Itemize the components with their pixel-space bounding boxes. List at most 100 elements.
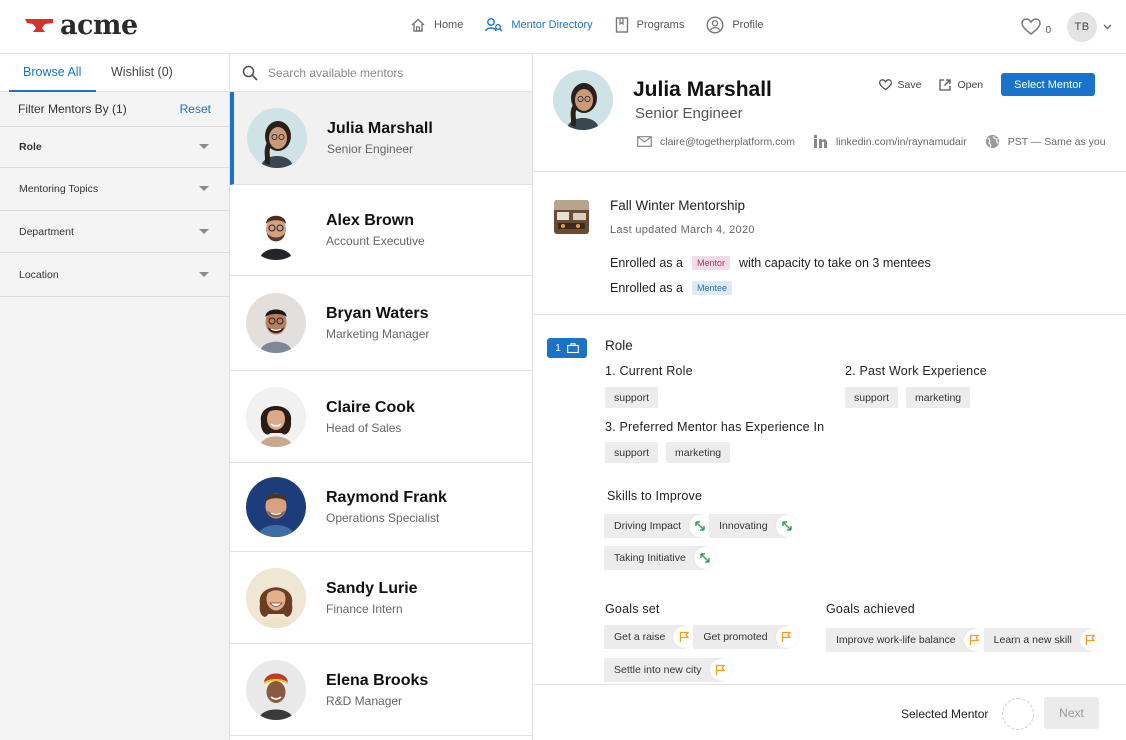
home-icon bbox=[411, 18, 425, 32]
preferred-experience-label: 3. Preferred Mentor has Experience In bbox=[605, 420, 825, 434]
reset-button[interactable]: Reset bbox=[180, 102, 211, 116]
top-navigation: acme Home Mentor Directory Programs Prof… bbox=[0, 0, 1126, 54]
mentor-card[interactable]: Claire Cook Head of Sales bbox=[230, 371, 532, 463]
divider bbox=[533, 314, 1126, 315]
mail-icon bbox=[637, 136, 652, 147]
mentor-card[interactable]: Bryan Waters Marketing Manager bbox=[230, 276, 532, 371]
filter-mentoring-topics-label: Mentoring Topics bbox=[19, 183, 99, 195]
filter-mentoring-topics[interactable]: Mentoring Topics bbox=[0, 168, 229, 211]
filter-role[interactable]: Role bbox=[0, 127, 229, 168]
role-title: Role bbox=[605, 338, 633, 353]
mentor-card[interactable]: Raymond Frank Operations Specialist bbox=[230, 463, 532, 552]
search-bar bbox=[230, 54, 532, 92]
mentor-name: Julia Marshall bbox=[327, 120, 433, 137]
heart-icon[interactable] bbox=[1021, 18, 1042, 36]
nav-programs[interactable]: Programs bbox=[615, 17, 684, 33]
tab-wishlist[interactable]: Wishlist (0) bbox=[111, 54, 173, 92]
skills-chips-row2: Taking Initiative bbox=[604, 546, 716, 570]
selection-footer: Selected Mentor Next bbox=[533, 684, 1126, 740]
open-button[interactable]: Open bbox=[939, 79, 983, 91]
mentor-card[interactable]: Julia Marshall Senior Engineer bbox=[230, 92, 532, 185]
filter-role-label: Role bbox=[19, 141, 42, 153]
briefcase-icon bbox=[566, 343, 579, 353]
flag-icon bbox=[673, 626, 696, 648]
current-role-chips: support bbox=[605, 387, 666, 408]
open-label: Open bbox=[957, 78, 984, 91]
timezone-info: PST — Same as you bbox=[985, 134, 1106, 149]
profile-avatar bbox=[553, 70, 613, 130]
search-input[interactable] bbox=[268, 65, 508, 80]
tag-chip: support bbox=[845, 387, 899, 408]
next-button[interactable]: Next bbox=[1044, 697, 1099, 729]
filter-panel: Browse All Wishlist (0) Filter Mentors B… bbox=[0, 54, 230, 740]
mentor-name: Bryan Waters bbox=[326, 305, 429, 322]
skill-chip: Innovating bbox=[709, 514, 798, 538]
mentor-title: R&D Manager bbox=[326, 693, 403, 708]
filter-header: Filter Mentors By (1) Reset bbox=[0, 92, 229, 127]
skill-chip: Driving Impact bbox=[604, 514, 712, 538]
profile-actions: Save Open Select Mentor bbox=[878, 73, 1095, 96]
goal-label: Settle into new city bbox=[614, 664, 702, 676]
acme-logo[interactable]: acme bbox=[24, 12, 138, 40]
mentor-name: Alex Brown bbox=[326, 212, 415, 229]
goal-chip: Improve work-life balance bbox=[826, 628, 986, 652]
nav-profile[interactable]: Profile bbox=[706, 16, 764, 34]
tab-browse-all[interactable]: Browse All bbox=[9, 54, 96, 92]
nav-profile-label: Profile bbox=[732, 19, 764, 31]
program-updated: Last updated March 4, 2020 bbox=[610, 224, 755, 236]
nav-home[interactable]: Home bbox=[410, 17, 463, 33]
mentor-info: Bryan Waters Marketing Manager bbox=[326, 305, 429, 341]
goal-label: Get a raise bbox=[614, 631, 666, 643]
expand-arrows-icon bbox=[689, 515, 712, 537]
flag-icon bbox=[963, 629, 986, 651]
skills-label: Skills to Improve bbox=[607, 489, 703, 503]
filter-department[interactable]: Department bbox=[0, 211, 229, 253]
caret-down-icon bbox=[199, 228, 209, 234]
mentor-card[interactable]: Alex Brown Account Executive bbox=[230, 185, 532, 276]
filter-department-label: Department bbox=[19, 225, 74, 238]
mentor-info: Sandy Lurie Finance Intern bbox=[326, 580, 418, 616]
skills-chips: Driving Impact Innovating bbox=[604, 514, 798, 538]
enrolled-mentee-row: Enrolled as a Mentee bbox=[610, 281, 741, 295]
mentor-info: Elena Brooks R&D Manager bbox=[326, 672, 428, 708]
flag-icon bbox=[709, 659, 732, 681]
tag-chip: marketing bbox=[666, 442, 731, 463]
mentor-card[interactable]: Elena Brooks R&D Manager bbox=[230, 644, 532, 736]
goal-chip: Get a raise bbox=[604, 625, 696, 649]
save-button[interactable]: Save bbox=[878, 78, 921, 91]
mentor-title: Finance Intern bbox=[326, 601, 403, 616]
linkedin-text: linkedin.com/in/raynamudair bbox=[835, 135, 967, 148]
select-mentor-button[interactable]: Select Mentor bbox=[1001, 73, 1095, 96]
mentor-avatar bbox=[246, 386, 306, 447]
nav-right: 0 TB bbox=[1021, 12, 1112, 42]
past-experience-label: 2. Past Work Experience bbox=[845, 364, 987, 378]
skill-chip: Taking Initiative bbox=[604, 546, 716, 570]
flag-icon bbox=[1079, 629, 1102, 651]
bookmark-icon bbox=[615, 17, 628, 33]
mentor-card[interactable]: Sandy Lurie Finance Intern bbox=[230, 552, 532, 644]
flag-icon bbox=[775, 626, 798, 648]
mentor-detail: Julia Marshall Senior Engineer Save Open… bbox=[533, 54, 1126, 740]
user-avatar[interactable]: TB bbox=[1067, 12, 1097, 42]
caret-down-icon bbox=[199, 144, 209, 149]
nav-mentor-directory-label: Mentor Directory bbox=[511, 19, 593, 31]
main-nav: Home Mentor Directory Programs Profile bbox=[410, 16, 786, 34]
email-contact[interactable]: claire@togetherplatform.com bbox=[637, 136, 795, 148]
heart-icon bbox=[878, 78, 892, 90]
expand-arrows-icon bbox=[775, 515, 798, 537]
brand-name: acme bbox=[60, 10, 138, 41]
mentor-avatar bbox=[246, 567, 306, 628]
goals-achieved-chips: Improve work-life balance Learn a new sk… bbox=[826, 628, 1102, 652]
nav-mentor-directory[interactable]: Mentor Directory bbox=[485, 17, 593, 33]
chevron-down-icon[interactable] bbox=[1103, 24, 1112, 30]
mentor-name: Claire Cook bbox=[326, 398, 415, 416]
mentor-name: Raymond Frank bbox=[326, 489, 447, 506]
timezone-text: PST — Same as you bbox=[1007, 135, 1106, 148]
goals-set-chips-row2: Settle into new city bbox=[604, 658, 732, 682]
role-badge: 1 bbox=[547, 338, 587, 358]
skill-label: Innovating bbox=[719, 520, 768, 532]
role-badge-count: 1 bbox=[555, 342, 561, 354]
linkedin-contact[interactable]: linkedin.com/in/raynamudair bbox=[813, 134, 967, 149]
enroll-prefix: Enrolled as a bbox=[610, 281, 683, 295]
filter-location[interactable]: Location bbox=[0, 253, 229, 297]
